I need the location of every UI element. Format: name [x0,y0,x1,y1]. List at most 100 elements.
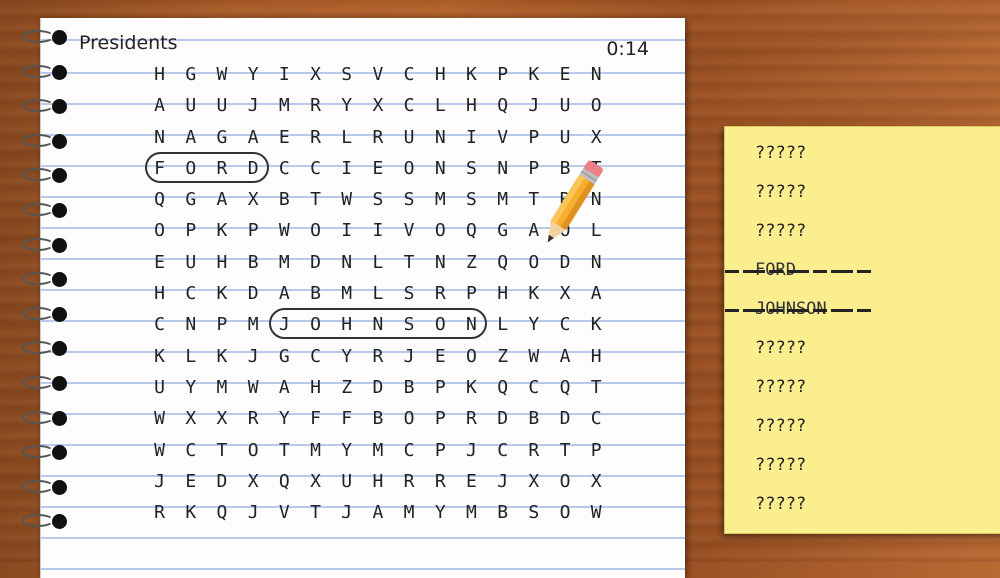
grid-letter[interactable]: N [425,122,456,153]
grid-letter[interactable]: E [549,59,580,90]
grid-letter[interactable]: Y [331,90,362,121]
grid-letter[interactable]: P [425,435,456,466]
grid-letter[interactable]: R [300,122,331,153]
grid-letter[interactable]: U [144,372,175,403]
grid-letter[interactable]: A [269,372,300,403]
grid-letter[interactable]: U [206,90,237,121]
grid-letter[interactable]: U [549,122,580,153]
grid-letter[interactable]: O [549,497,580,528]
grid-letter[interactable]: A [238,122,269,153]
grid-letter[interactable]: G [175,184,206,215]
grid-letter[interactable]: K [581,309,612,340]
grid-letter[interactable]: P [425,403,456,434]
grid-letter[interactable]: J [518,90,549,121]
grid-letter[interactable]: V [394,215,425,246]
grid-letter[interactable]: C [175,435,206,466]
grid-letter[interactable]: Y [238,59,269,90]
grid-letter[interactable]: M [425,184,456,215]
grid-letter[interactable]: J [238,497,269,528]
grid-letter[interactable]: X [518,466,549,497]
grid-letter[interactable]: O [581,90,612,121]
grid-letter[interactable]: C [300,153,331,184]
grid-letter[interactable]: W [144,403,175,434]
grid-letter[interactable]: E [425,341,456,372]
grid-letter[interactable]: X [300,466,331,497]
grid-letter[interactable]: N [175,309,206,340]
grid-letter[interactable]: X [581,122,612,153]
grid-letter[interactable]: R [456,403,487,434]
grid-letter[interactable]: Y [175,372,206,403]
grid-letter[interactable]: N [581,59,612,90]
grid-letter[interactable]: R [425,278,456,309]
grid-letter[interactable]: M [300,435,331,466]
grid-letter[interactable]: X [549,278,580,309]
grid-letter[interactable]: H [456,90,487,121]
grid-letter[interactable]: R [300,90,331,121]
grid-letter[interactable]: H [206,247,237,278]
grid-letter[interactable]: P [456,278,487,309]
grid-letter[interactable]: Q [487,90,518,121]
grid-letter[interactable]: A [362,497,393,528]
grid-letter[interactable]: E [456,466,487,497]
grid-letter[interactable]: L [362,247,393,278]
grid-letter[interactable]: M [206,372,237,403]
grid-letter[interactable]: T [549,435,580,466]
grid-letter[interactable]: S [331,59,362,90]
grid-letter[interactable]: W [269,215,300,246]
grid-letter[interactable]: R [362,341,393,372]
grid-letter[interactable]: Y [425,497,456,528]
grid-letter[interactable]: W [206,59,237,90]
grid-letter[interactable]: N [331,247,362,278]
grid-letter[interactable]: M [394,497,425,528]
grid-letter[interactable]: T [300,184,331,215]
grid-letter[interactable]: C [487,435,518,466]
grid-letter[interactable]: N [487,153,518,184]
grid-letter[interactable]: F [300,403,331,434]
grid-letter[interactable]: C [549,309,580,340]
grid-letter[interactable]: Q [487,372,518,403]
grid-letter[interactable]: D [549,403,580,434]
grid-letter[interactable]: J [238,341,269,372]
grid-letter[interactable]: W [518,341,549,372]
grid-letter[interactable]: R [144,497,175,528]
grid-letter[interactable]: M [487,184,518,215]
grid-letter[interactable]: A [581,278,612,309]
grid-letter[interactable]: W [331,184,362,215]
grid-letter[interactable]: P [581,435,612,466]
grid-letter[interactable]: E [175,466,206,497]
grid-letter[interactable]: B [238,247,269,278]
grid-letter[interactable]: U [175,90,206,121]
grid-letter[interactable]: B [487,497,518,528]
grid-letter[interactable]: N [425,247,456,278]
grid-letter[interactable]: O [549,466,580,497]
grid-letter[interactable]: H [300,372,331,403]
grid-letter[interactable]: W [144,435,175,466]
grid-letter[interactable]: Z [456,247,487,278]
grid-letter[interactable]: S [394,278,425,309]
grid-letter[interactable]: X [300,59,331,90]
grid-letter[interactable]: K [206,215,237,246]
grid-letter[interactable]: I [362,215,393,246]
grid-letter[interactable]: J [331,497,362,528]
grid-letter[interactable]: I [331,215,362,246]
grid-letter[interactable]: X [238,466,269,497]
grid-letter[interactable]: X [362,90,393,121]
grid-letter[interactable]: L [331,122,362,153]
grid-letter[interactable]: B [300,278,331,309]
grid-letter[interactable]: J [456,435,487,466]
grid-letter[interactable]: U [394,122,425,153]
grid-letter[interactable]: K [206,341,237,372]
grid-letter[interactable]: W [581,497,612,528]
grid-letter[interactable]: H [425,59,456,90]
grid-letter[interactable]: O [238,435,269,466]
grid-letter[interactable]: R [238,403,269,434]
grid-letter[interactable]: U [331,466,362,497]
grid-letter[interactable]: M [269,90,300,121]
grid-letter[interactable]: K [456,372,487,403]
grid-letter[interactable]: B [269,184,300,215]
grid-letter[interactable]: N [425,153,456,184]
grid-letter[interactable]: C [581,403,612,434]
grid-letter[interactable]: P [238,215,269,246]
grid-letter[interactable]: H [487,278,518,309]
grid-letter[interactable]: I [269,59,300,90]
